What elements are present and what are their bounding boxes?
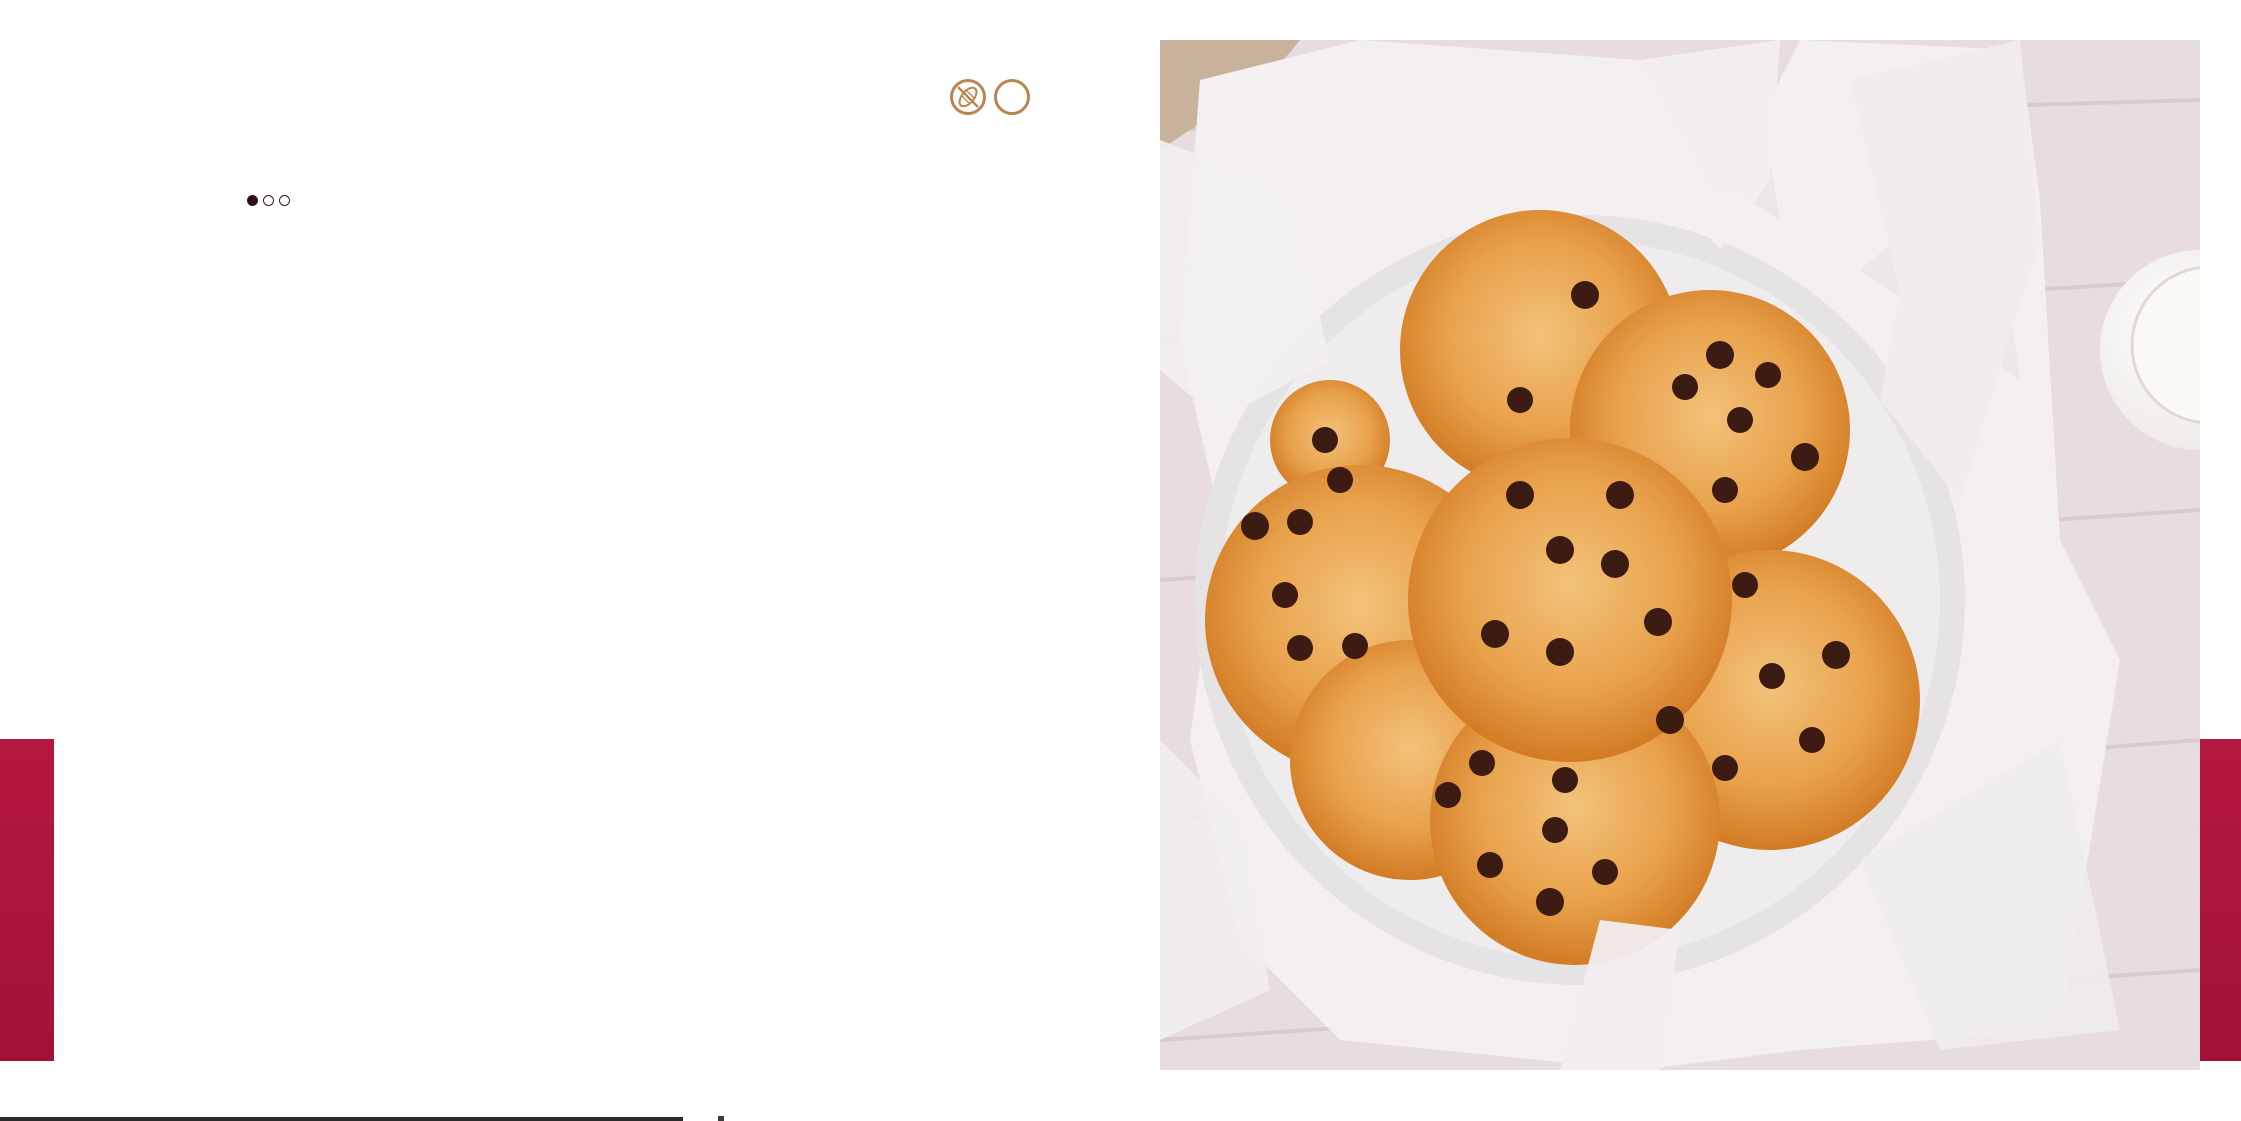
no-nuts-icon	[950, 79, 986, 115]
left-side-tab	[0, 739, 54, 1061]
pagination-dot-active[interactable]	[247, 195, 258, 206]
chocolate-chip-cookies-in-bowl-image	[1160, 40, 2200, 1070]
pagination-dots	[247, 195, 290, 206]
dietary-badges	[950, 79, 1030, 115]
footer-rule	[0, 1117, 683, 1121]
pagination-dot[interactable]	[279, 195, 290, 206]
blank-badge-icon	[994, 79, 1030, 115]
cookie-photo	[1160, 40, 2200, 1070]
pagination-dot[interactable]	[263, 195, 274, 206]
footer-mark	[718, 1116, 724, 1121]
